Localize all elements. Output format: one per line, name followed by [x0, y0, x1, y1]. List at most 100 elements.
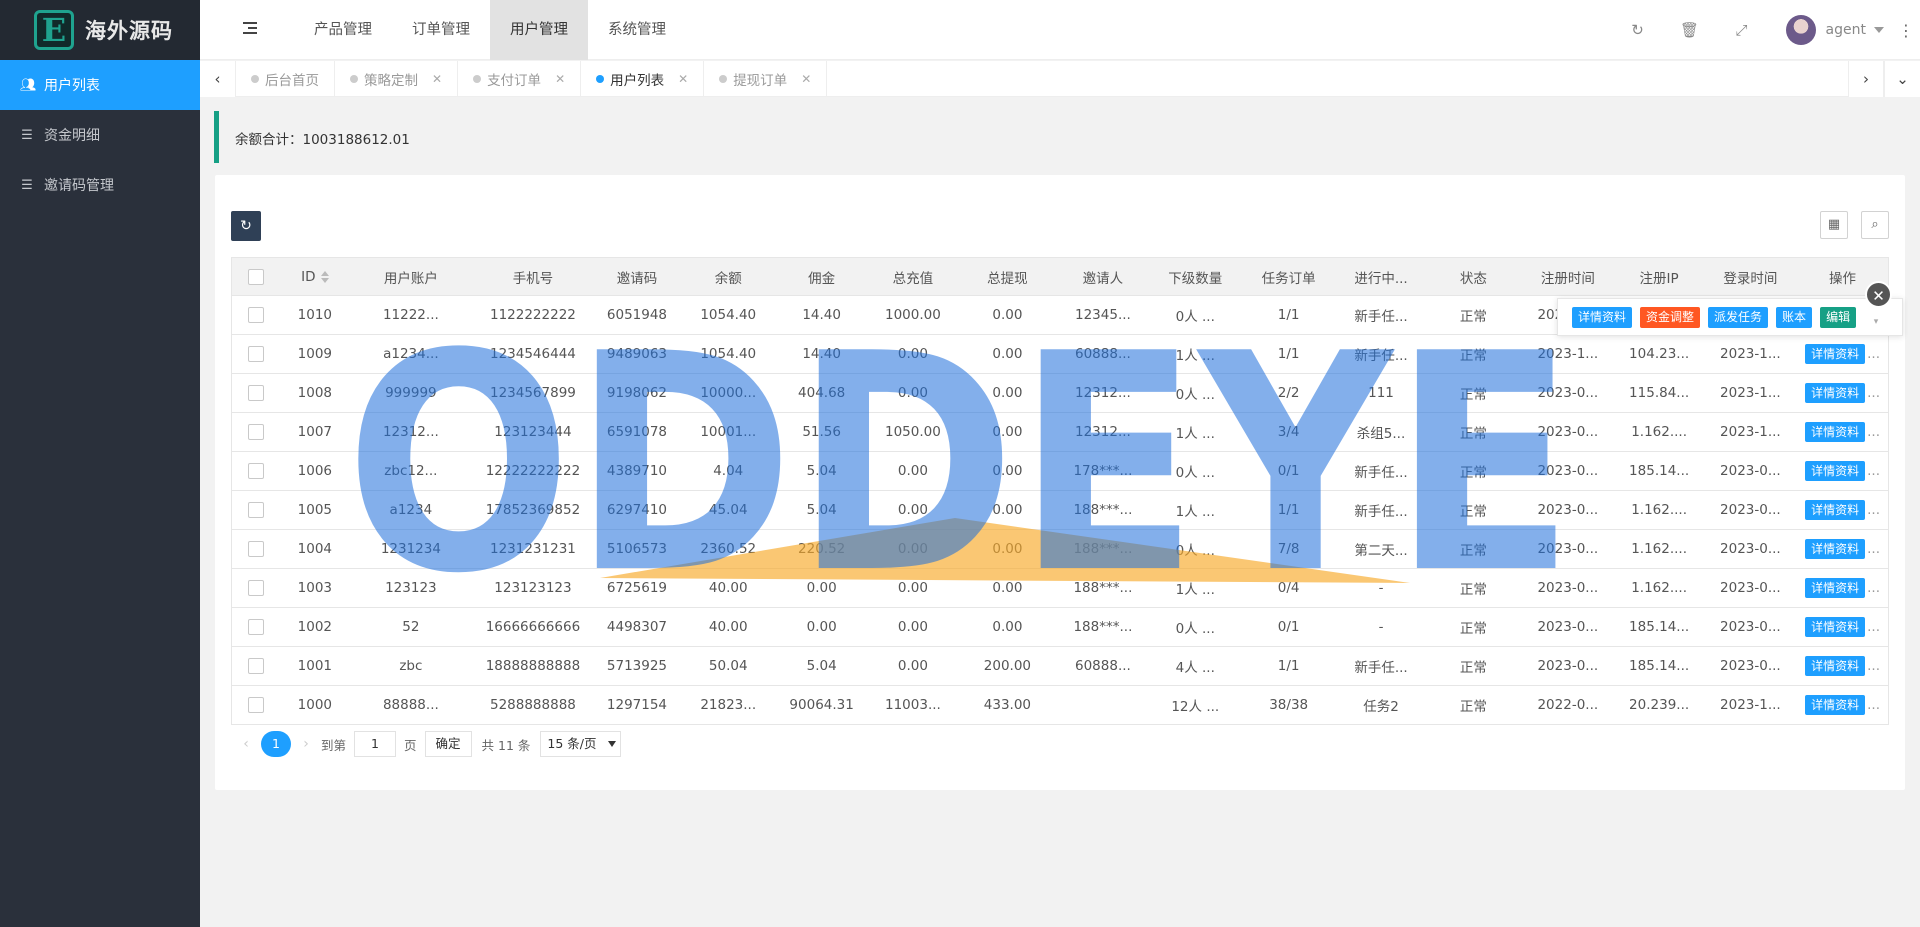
table-row[interactable]: 1007 12312... 123123444 6591078 10001... 51.5…	[231, 412, 1889, 452]
more-actions-icon[interactable]: ...	[1867, 697, 1880, 713]
close-icon[interactable]: ✕	[801, 72, 811, 86]
table-cell: 1234567899	[472, 373, 594, 413]
close-icon[interactable]: ✕	[555, 72, 565, 86]
close-icon[interactable]: ✕	[432, 72, 442, 86]
table-row[interactable]: 1001 zbc 18888888888 5713925 50.04 5.04 0.00 20…	[231, 646, 1889, 686]
table-row[interactable]: 1005 a1234 17852369852 6297410 45.04 5.04 0.00…	[231, 490, 1889, 530]
table-row[interactable]: 1003 123123 123123123 6725619 40.00 0.00 0.00 0…	[231, 568, 1889, 608]
row-checkbox[interactable]	[231, 568, 281, 608]
username[interactable]: agent	[1826, 22, 1866, 38]
table-cell: 1054.40	[680, 295, 776, 335]
col-header: 下级数量	[1149, 257, 1241, 296]
detail-button[interactable]: 详情资料	[1805, 461, 1866, 481]
top-menu-system[interactable]: 系统管理	[588, 0, 686, 60]
row-checkbox[interactable]	[231, 607, 281, 647]
detail-button[interactable]: 详情资料	[1805, 539, 1866, 559]
next-page-icon[interactable]: ›	[291, 736, 321, 752]
more-actions-icon[interactable]: ...	[1867, 346, 1880, 362]
page-size-select[interactable]: 15 条/页	[540, 731, 622, 757]
table-cell: 0.00	[867, 646, 959, 686]
row-checkbox[interactable]	[231, 529, 281, 569]
more-actions-icon[interactable]: ...	[1867, 502, 1880, 518]
row-action-button[interactable]: 账本	[1776, 306, 1813, 328]
more-actions-icon[interactable]: ...	[1867, 541, 1880, 557]
tab-strategy[interactable]: 策略定制 ✕	[335, 61, 459, 97]
goto-confirm-button[interactable]: 确定	[424, 731, 472, 757]
tabs-scroll-right-icon[interactable]: ›	[1848, 61, 1884, 97]
table-cell: 12312...	[1056, 373, 1150, 413]
table-row[interactable]: 1009 a1234... 1234546444 9489063 1054.40 14.4…	[231, 334, 1889, 374]
row-checkbox[interactable]	[231, 412, 281, 452]
detail-button[interactable]: 详情资料	[1805, 578, 1866, 598]
more-actions-icon[interactable]: ...	[1867, 463, 1880, 479]
table-cell: 123123123	[472, 568, 594, 608]
sidebar-item-user-list[interactable]: 👥︎ 用户列表	[0, 60, 200, 110]
table-cell: 2023-1...	[1521, 334, 1615, 374]
list-icon: ☰	[21, 177, 33, 193]
sidebar: E 海外源码 👥︎ 用户列表 ☰ 资金明细 ☰ 邀请码管理	[0, 0, 200, 927]
detail-button[interactable]: 详情资料	[1805, 500, 1866, 520]
table-refresh-button[interactable]: ↻	[231, 211, 261, 241]
row-checkbox[interactable]	[231, 334, 281, 374]
row-action-button[interactable]: 详情资料	[1572, 306, 1633, 328]
detail-button[interactable]: 详情资料	[1805, 695, 1866, 715]
table-row[interactable]: 1006 zbc12... 12222222222 4389710 4.04 5.04 0.…	[231, 451, 1889, 491]
top-menu: 产品管理 订单管理 用户管理 系统管理	[294, 0, 686, 60]
goto-page-input[interactable]: 1	[354, 731, 397, 757]
columns-filter-icon[interactable]: ▦	[1820, 211, 1848, 239]
tabs-menu-chevron-icon[interactable]: ⌄	[1884, 61, 1920, 97]
sort-icon[interactable]	[320, 270, 329, 283]
table-cell: 2023-1...	[1703, 334, 1798, 374]
more-actions-icon[interactable]: ...	[1867, 424, 1880, 440]
logo[interactable]: E 海外源码	[0, 0, 200, 60]
row-action-button[interactable]: 资金调整	[1640, 306, 1701, 328]
detail-button[interactable]: 详情资料	[1805, 383, 1866, 403]
table-row[interactable]: 1008 999999 1234567899 9198062 10000... 404.6…	[231, 373, 1889, 413]
tabs-scroll-left-icon[interactable]: ‹	[200, 61, 236, 97]
table-row[interactable]: 1000 88888... 5288888888 1297154 21823... 900…	[231, 685, 1889, 725]
more-vertical-icon[interactable]: ⋮	[1892, 21, 1920, 40]
row-action-button[interactable]: 编辑	[1820, 306, 1857, 328]
row-checkbox[interactable]	[231, 490, 281, 530]
row-checkbox[interactable]	[231, 685, 281, 725]
detail-button[interactable]: 详情资料	[1805, 656, 1866, 676]
top-menu-product[interactable]: 产品管理	[294, 0, 392, 60]
row-action-button[interactable]: 派发任务	[1708, 306, 1769, 328]
select-all-checkbox[interactable]	[231, 257, 281, 296]
tab-payment-orders[interactable]: 支付订单 ✕	[458, 61, 582, 97]
more-actions-icon[interactable]: ...	[1867, 619, 1880, 635]
row-checkbox[interactable]	[231, 295, 281, 335]
row-checkbox[interactable]	[231, 451, 281, 491]
col-header-id[interactable]: ID	[280, 257, 350, 296]
close-icon[interactable]: ✕	[1865, 281, 1892, 308]
detail-button[interactable]: 详情资料	[1805, 617, 1866, 637]
refresh-icon[interactable]: ↻	[1612, 21, 1664, 39]
detail-button[interactable]: 详情资料	[1805, 422, 1866, 442]
more-actions-icon[interactable]: ...	[1867, 385, 1880, 401]
more-actions-icon[interactable]: ...	[1867, 580, 1880, 596]
page-number-current[interactable]: 1	[261, 731, 291, 757]
row-checkbox[interactable]	[231, 646, 281, 686]
top-menu-orders[interactable]: 订单管理	[392, 0, 490, 60]
table-row[interactable]: 1004 1231234 1231231231 5106573 2360.52 220.5…	[231, 529, 1889, 569]
fullscreen-icon[interactable]: ⤢	[1716, 21, 1768, 39]
table-cell: 2023-0...	[1521, 490, 1615, 530]
close-icon[interactable]: ✕	[678, 72, 688, 86]
menu-toggle-icon[interactable]	[243, 22, 257, 34]
sidebar-item-invite-codes[interactable]: ☰ 邀请码管理	[0, 160, 200, 210]
prev-page-icon[interactable]: ‹	[231, 736, 261, 752]
avatar[interactable]	[1785, 15, 1816, 45]
search-icon[interactable]: ⌕	[1861, 211, 1889, 239]
sidebar-item-fund-details[interactable]: ☰ 资金明细	[0, 110, 200, 160]
scroll-down-icon[interactable]: ▾	[1870, 309, 1882, 335]
chevron-down-icon[interactable]	[1874, 27, 1884, 33]
table-row[interactable]: 1002 52 16666666666 4498307 40.00 0.00 0.00 0.0…	[231, 607, 1889, 647]
top-menu-users[interactable]: 用户管理	[490, 0, 588, 60]
tab-withdraw-orders[interactable]: 提现订单 ✕	[704, 61, 828, 97]
detail-button[interactable]: 详情资料	[1805, 344, 1866, 364]
tab-home[interactable]: 后台首页	[236, 61, 335, 97]
row-checkbox[interactable]	[231, 373, 281, 413]
more-actions-icon[interactable]: ...	[1867, 658, 1880, 674]
tab-user-list[interactable]: 用户列表 ✕	[581, 61, 705, 97]
trash-icon[interactable]: 🗑︎	[1664, 21, 1716, 39]
